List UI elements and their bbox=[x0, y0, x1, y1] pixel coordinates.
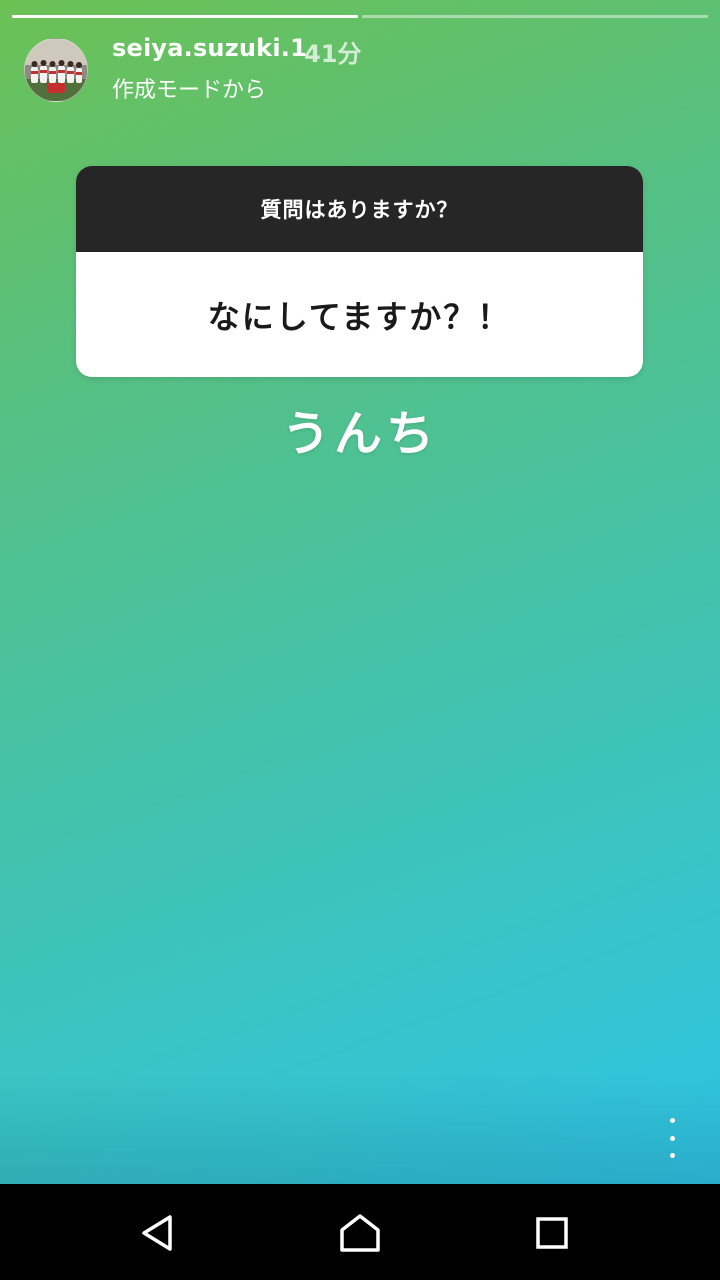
team-photo-icon bbox=[25, 39, 87, 101]
story-bottom-shade bbox=[0, 1074, 720, 1184]
question-sticker-header: 質問はありますか？ bbox=[76, 166, 643, 252]
progress-segment-2 bbox=[362, 15, 708, 18]
more-vertical-icon[interactable] bbox=[660, 1118, 684, 1158]
story-progress-bar bbox=[12, 15, 708, 19]
back-button[interactable] bbox=[136, 1210, 182, 1256]
story-viewer[interactable]: seiya.suzuki.1 41分 作成モードから 質問はありますか？ なにし… bbox=[0, 0, 720, 1184]
menu-dot bbox=[669, 1153, 675, 1158]
story-timestamp: 41分 bbox=[304, 40, 362, 68]
menu-dot bbox=[669, 1118, 675, 1123]
menu-dot bbox=[669, 1135, 675, 1141]
home-button[interactable] bbox=[337, 1210, 383, 1256]
question-sticker[interactable]: 質問はありますか？ なにしてますか？！ bbox=[76, 166, 643, 377]
progress-segment-1 bbox=[12, 15, 358, 18]
question-sticker-text: なにしてますか？！ bbox=[207, 297, 512, 336]
back-triangle-icon bbox=[142, 1215, 172, 1251]
recents-button[interactable] bbox=[529, 1210, 575, 1256]
recents-square-icon bbox=[536, 1217, 568, 1249]
answer-text: うんち bbox=[281, 406, 438, 462]
story-source-label[interactable]: 作成モードから bbox=[112, 72, 266, 104]
home-icon bbox=[340, 1214, 380, 1252]
story-username[interactable]: seiya.suzuki.1 bbox=[112, 34, 307, 62]
system-navigation-bar bbox=[0, 1184, 720, 1280]
profile-avatar[interactable] bbox=[24, 38, 88, 102]
